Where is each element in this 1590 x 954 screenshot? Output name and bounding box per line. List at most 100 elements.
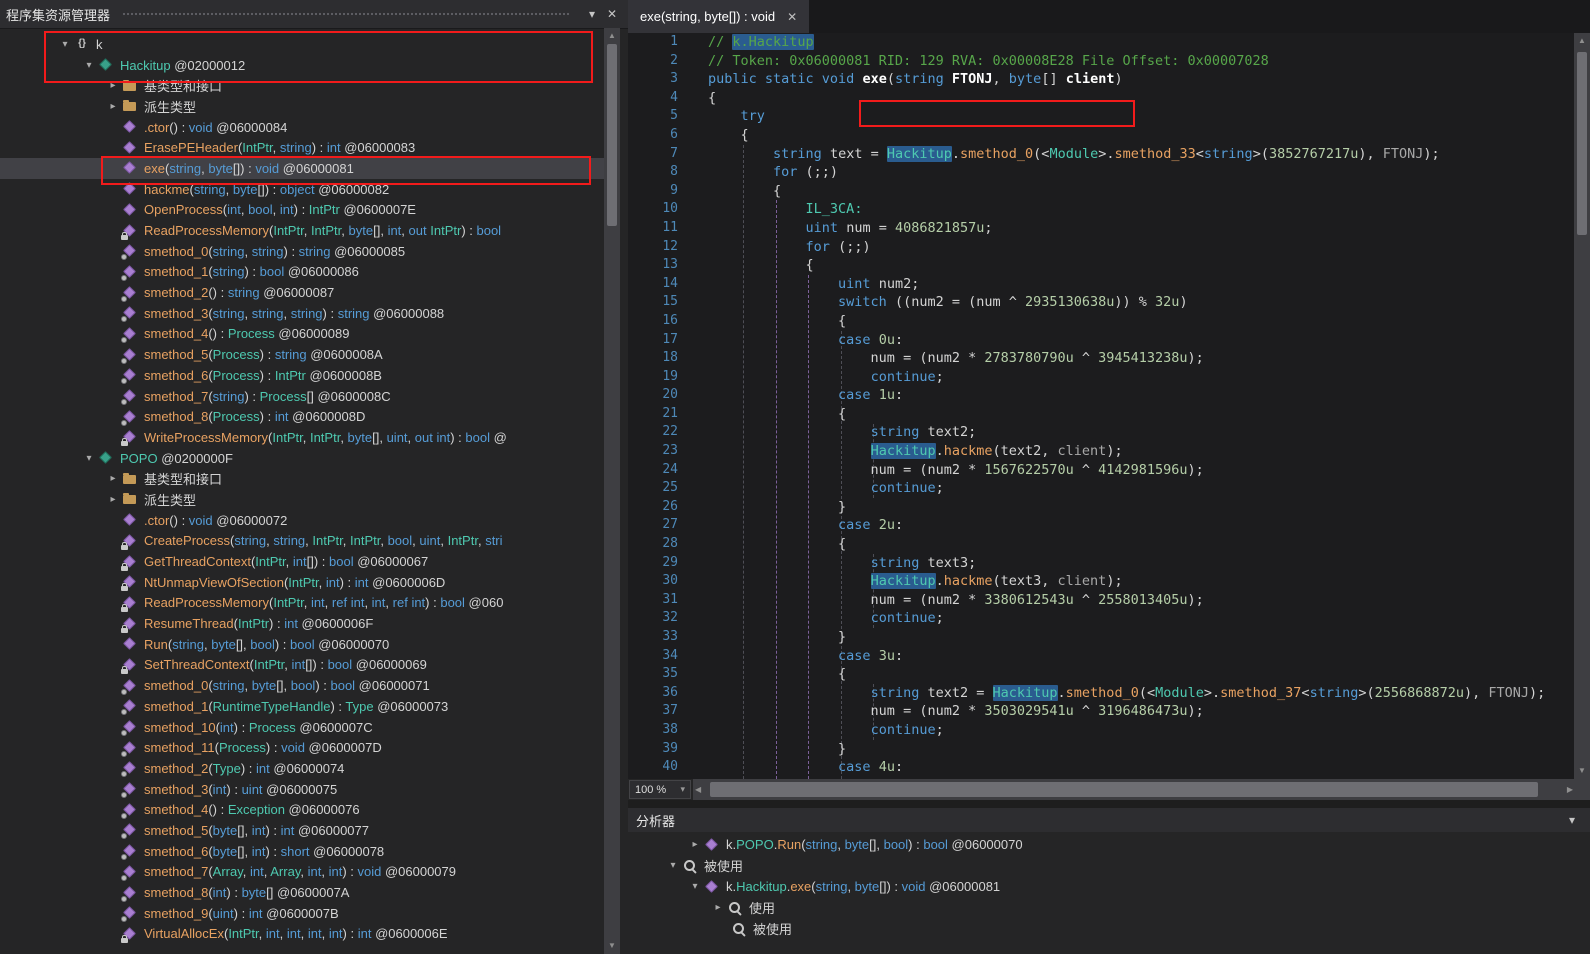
tree-row[interactable]: WriteProcessMemory(IntPtr, IntPtr, byte[… — [0, 427, 604, 448]
code-scrollbar-horizontal[interactable]: ◀ ▶ — [693, 779, 1575, 800]
tree-row[interactable]: smethod_9(uint) : int @0600007B — [0, 903, 604, 924]
code-line[interactable]: for (;;) — [628, 163, 1574, 182]
code-line[interactable]: { — [628, 405, 1574, 424]
analyzer-row[interactable]: ▸ 使用 — [628, 897, 1590, 918]
tree-row[interactable]: smethod_4() : Exception @06000076 — [0, 799, 604, 820]
close-icon[interactable]: ✕ — [602, 7, 622, 21]
chevron-down-icon[interactable]: ▾ — [1562, 813, 1582, 827]
tree-row[interactable]: .ctor() : void @06000072 — [0, 510, 604, 531]
code-line[interactable]: continue; — [628, 609, 1574, 628]
expander-closed-icon[interactable]: ▸ — [104, 494, 122, 505]
code-line[interactable]: case 3u: — [628, 647, 1574, 666]
tree-row[interactable]: hackme(string, byte[]) : object @0600008… — [0, 179, 604, 200]
tree-row[interactable]: SetThreadContext(IntPtr, int[]) : bool @… — [0, 655, 604, 676]
scroll-right-icon[interactable]: ▶ — [1567, 779, 1573, 800]
code-line[interactable]: string text3; — [628, 554, 1574, 573]
tab-exe[interactable]: exe(string, byte[]) : void ✕ — [628, 0, 810, 33]
code-line[interactable]: uint num = 4086821857u; — [628, 219, 1574, 238]
expander-open-icon[interactable]: ▾ — [56, 39, 74, 50]
tree-row[interactable]: ▸ 基类型和接口 — [0, 75, 604, 96]
tree-row[interactable]: smethod_6(Process) : IntPtr @0600008B — [0, 365, 604, 386]
code-line[interactable]: { — [628, 665, 1574, 684]
expander-open-icon[interactable]: ▾ — [686, 881, 704, 892]
scroll-down-icon[interactable]: ▼ — [1574, 765, 1590, 777]
tree-row[interactable]: smethod_3(string, string, string) : stri… — [0, 303, 604, 324]
tree-row[interactable]: smethod_7(string) : Process[] @0600008C — [0, 386, 604, 407]
code-line[interactable]: num = (num2 * 2783780790u ^ 3945413238u)… — [628, 349, 1574, 368]
scroll-up-icon[interactable]: ▲ — [604, 30, 620, 42]
code-line[interactable]: case 0u: — [628, 331, 1574, 350]
code-line[interactable]: for (;;) — [628, 238, 1574, 257]
code-line[interactable]: try — [628, 107, 1574, 126]
scroll-up-icon[interactable]: ▲ — [1574, 35, 1590, 47]
code-line[interactable]: Hackitup.hackme(text2, client); — [628, 442, 1574, 461]
code-line[interactable]: } — [628, 628, 1574, 647]
tree-row[interactable]: ▸ 派生类型 — [0, 96, 604, 117]
code-line[interactable]: case 2u: — [628, 516, 1574, 535]
tree-row[interactable]: smethod_0(string, byte[], bool) : bool @… — [0, 675, 604, 696]
code-line[interactable]: string text2 = Hackitup.smethod_0(<Modul… — [628, 684, 1574, 703]
code-line[interactable]: Hackitup.hackme(text3, client); — [628, 572, 1574, 591]
tree-row[interactable]: smethod_5(byte[], int) : int @06000077 — [0, 820, 604, 841]
code-line[interactable]: case 1u: — [628, 386, 1574, 405]
scrollbar-thumb[interactable] — [607, 44, 617, 226]
tree-row[interactable]: CreateProcess(string, string, IntPtr, In… — [0, 531, 604, 552]
tree-row[interactable]: smethod_8(Process) : int @0600008D — [0, 406, 604, 427]
code-line[interactable]: string text = Hackitup.smethod_0(<Module… — [628, 145, 1574, 164]
tree-row[interactable]: smethod_0(string, string) : string @0600… — [0, 241, 604, 262]
expander-open-icon[interactable]: ▾ — [664, 860, 682, 871]
tree-row[interactable]: Run(string, byte[], bool) : bool @060000… — [0, 634, 604, 655]
expander-closed-icon[interactable]: ▸ — [104, 101, 122, 112]
tree-row[interactable]: smethod_11(Process) : void @0600007D — [0, 737, 604, 758]
code-line[interactable]: string text2; — [628, 423, 1574, 442]
tree-row[interactable]: smethod_6(byte[], int) : short @06000078 — [0, 841, 604, 862]
tree-row[interactable]: exe(string, byte[]) : void @06000081 — [0, 158, 604, 179]
analyzer-row[interactable]: ▾ k.Hackitup.exe(string, byte[]) : void @… — [628, 876, 1590, 897]
expander-closed-icon[interactable]: ▸ — [709, 902, 727, 913]
scrollbar-thumb[interactable] — [1577, 52, 1587, 235]
scroll-left-icon[interactable]: ◀ — [695, 779, 701, 800]
code-scrollbar-vertical[interactable]: ▲ ▼ — [1574, 33, 1590, 779]
tree-row[interactable]: ReadProcessMemory(IntPtr, int, ref int, … — [0, 593, 604, 614]
expander-open-icon[interactable]: ▾ — [80, 60, 98, 71]
expander-closed-icon[interactable]: ▸ — [686, 839, 704, 850]
code-line[interactable]: continue; — [628, 721, 1574, 740]
code-line[interactable]: { — [628, 535, 1574, 554]
tree-row[interactable]: ▾ Hackitup @02000012 — [0, 55, 604, 76]
tree-row[interactable]: GetThreadContext(IntPtr, int[]) : bool @… — [0, 551, 604, 572]
scroll-down-icon[interactable]: ▼ — [604, 940, 620, 952]
chevron-down-icon[interactable]: ▾ — [582, 7, 602, 21]
tree-row[interactable]: .ctor() : void @06000084 — [0, 117, 604, 138]
analyzer-row[interactable]: ▾ 被使用 — [628, 855, 1590, 876]
code-line[interactable]: { — [628, 256, 1574, 275]
code-line[interactable]: num = (num2 * 3380612543u ^ 2558013405u)… — [628, 591, 1574, 610]
tree-row[interactable]: smethod_4() : Process @06000089 — [0, 324, 604, 345]
code-line[interactable]: { — [628, 89, 1574, 108]
code-line[interactable]: // Token: 0x06000081 RID: 129 RVA: 0x000… — [628, 52, 1574, 71]
tree-row[interactable]: ▸ 派生类型 — [0, 489, 604, 510]
code-line[interactable]: case 4u: — [628, 758, 1574, 777]
tree-row[interactable]: smethod_10(int) : Process @0600007C — [0, 717, 604, 738]
code-line[interactable]: { — [628, 126, 1574, 145]
expander-closed-icon[interactable]: ▸ — [104, 80, 122, 91]
code-line[interactable]: } — [628, 740, 1574, 759]
code-line[interactable]: continue; — [628, 479, 1574, 498]
explorer-scrollbar[interactable]: ▲ ▼ — [604, 28, 620, 954]
tree-row[interactable]: ▾ POPO @0200000F — [0, 448, 604, 469]
tree-row[interactable]: smethod_2(Type) : int @06000074 — [0, 758, 604, 779]
tree-row[interactable]: NtUnmapViewOfSection(IntPtr, int) : int … — [0, 572, 604, 593]
tree-row[interactable]: smethod_1(RuntimeTypeHandle) : Type @060… — [0, 696, 604, 717]
expander-closed-icon[interactable]: ▸ — [104, 473, 122, 484]
code-line[interactable]: // k.Hackitup — [628, 33, 1574, 52]
code-line[interactable]: uint num2; — [628, 275, 1574, 294]
tree-row[interactable]: VirtualAllocEx(IntPtr, int, int, int, in… — [0, 924, 604, 945]
analyzer-row[interactable]: 被使用 — [628, 918, 1590, 939]
code-line[interactable]: num = (num2 * 3503029541u ^ 3196486473u)… — [628, 702, 1574, 721]
tree-row[interactable]: ReadProcessMemory(IntPtr, IntPtr, byte[]… — [0, 220, 604, 241]
code-line[interactable]: IL_3CA: — [628, 200, 1574, 219]
tree-row[interactable]: smethod_5(Process) : string @0600008A — [0, 344, 604, 365]
tree-row[interactable]: ResumeThread(IntPtr) : int @0600006F — [0, 613, 604, 634]
tree-row[interactable]: ▾ {} k — [0, 34, 604, 55]
close-icon[interactable]: ✕ — [787, 10, 797, 24]
tree-row[interactable]: ▸ 基类型和接口 — [0, 468, 604, 489]
